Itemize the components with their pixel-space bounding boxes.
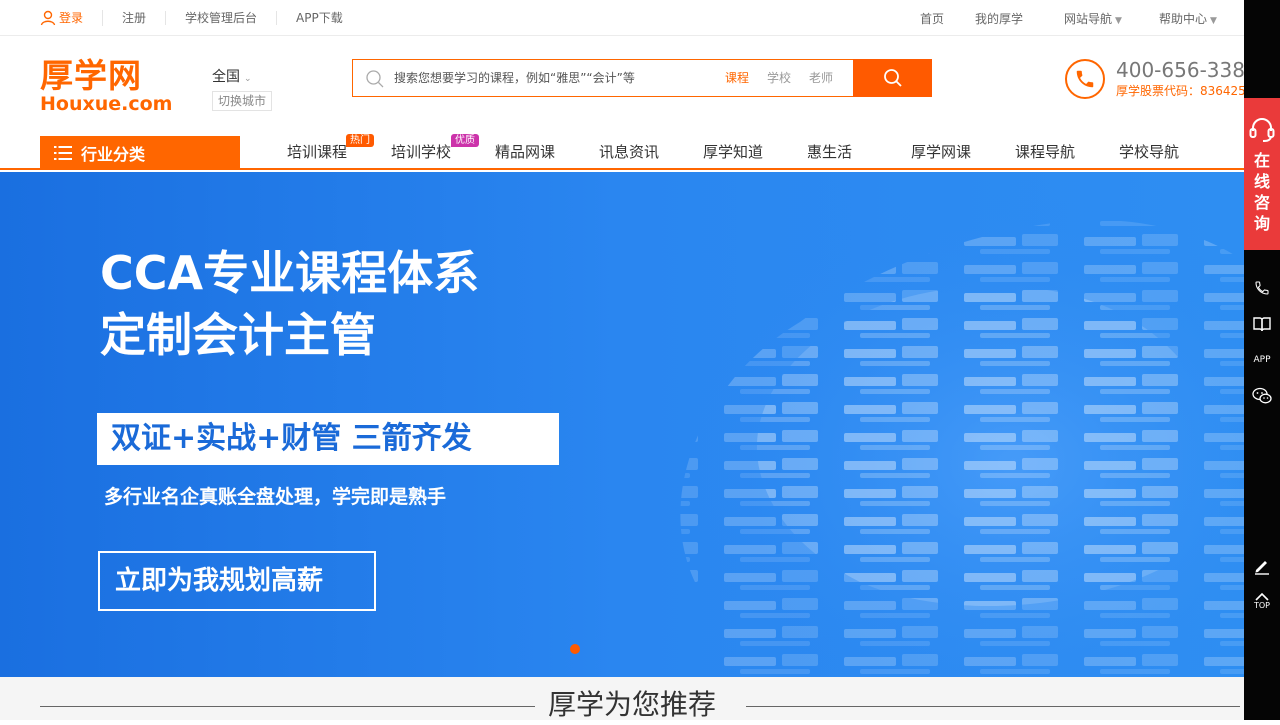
city-switch-button[interactable]: 切换城市 <box>212 91 272 111</box>
search-input[interactable]: 搜索您想要学习的课程，例如“雅思”“会计”等 <box>394 60 635 96</box>
hotline-number: 400-656-3385 <box>1116 58 1258 82</box>
list-icon <box>54 146 72 160</box>
city-label: 全国 <box>212 69 240 85</box>
book-icon <box>1253 317 1271 332</box>
recommend-title: 厚学为您推荐 <box>548 688 717 721</box>
nav-link-houxue-know[interactable]: 厚学知道 <box>703 136 807 170</box>
category-label: 行业分类 <box>81 145 146 164</box>
app-label: APP <box>1253 355 1271 365</box>
sidebar-app-button[interactable]: APP <box>1244 345 1280 375</box>
wechat-icon <box>1252 387 1272 404</box>
chevron-down-icon: ▼ <box>1115 15 1122 26</box>
arrow-up-icon <box>1255 592 1269 601</box>
help-center-label: 帮助中心 <box>1159 11 1208 26</box>
divider-line-left <box>40 706 535 707</box>
banner-highlight-box: 双证+实战+财管 三箭齐发 <box>97 413 559 465</box>
banner-title-line1: CCA专业课程体系 <box>100 246 480 300</box>
search-type-course[interactable]: 课程 <box>725 60 749 96</box>
nav-link-houxue-online[interactable]: 厚学网课 <box>911 136 1015 170</box>
nav-link-training-schools[interactable]: 培训学校 优质 <box>391 134 495 170</box>
search-button[interactable] <box>853 59 932 97</box>
header: 厚学网 Houxue.com 全国 ⌄ 切换城市 搜索您想要学习的课程，例如“雅思… <box>0 36 1258 136</box>
phone-icon <box>1255 281 1269 295</box>
quality-badge: 优质 <box>451 134 479 147</box>
sidebar-wechat-button[interactable] <box>1244 381 1280 411</box>
app-download-link[interactable]: APP下载 <box>277 11 362 25</box>
banner-title-line2: 定制会计主管 <box>100 308 376 362</box>
chevron-down-icon: ⌄ <box>244 74 252 84</box>
top-bar: 登录 注册 学校管理后台 APP下载 首页 我的厚学 网站导航 ▼ 帮助中心 ▼ <box>0 0 1244 36</box>
hot-badge: 热门 <box>346 134 374 147</box>
online-consult-button[interactable]: 在线咨询 <box>1244 98 1280 250</box>
right-sidebar: 在线咨询 APP TOP <box>1244 0 1280 720</box>
logo-en: Houxue.com <box>40 93 173 115</box>
sidebar-feedback-button[interactable] <box>1244 551 1280 581</box>
nav-link-label: 培训学校 <box>391 143 452 161</box>
nav-link-label: 培训课程 <box>287 143 348 161</box>
hero-banner[interactable]: CCA专业课程体系 定制会计主管 双证+实战+财管 三箭齐发 多行业名企真账全盘… <box>0 172 1244 677</box>
top-label: TOP <box>1253 601 1270 610</box>
login-link[interactable]: 登录 <box>40 10 104 26</box>
home-link[interactable]: 首页 <box>878 10 944 27</box>
site-logo[interactable]: 厚学网 Houxue.com <box>40 58 176 118</box>
banner-subtitle: 多行业名企真账全盘处理，学完即是熟手 <box>104 486 447 508</box>
nav-link-training-courses[interactable]: 培训课程 热门 <box>287 134 391 170</box>
carousel-dot-active[interactable] <box>570 644 580 654</box>
recommend-section: 厚学为您推荐 <box>0 677 1244 721</box>
main-nav: 行业分类 培训课程 热门 培训学校 优质 精品网课 讯息资讯 厚学知道 惠生活 厚学… <box>0 134 1244 170</box>
search-icon <box>366 70 384 88</box>
search-icon <box>883 69 902 87</box>
banner-cta-button[interactable]: 立即为我规划高薪 <box>98 551 376 611</box>
chevron-down-icon: ▼ <box>1210 15 1217 26</box>
site-nav-menu[interactable]: 网站导航 ▼ <box>1054 10 1132 27</box>
headset-icon <box>1249 118 1275 142</box>
industry-category-button[interactable]: 行业分类 <box>40 136 240 170</box>
divider-line-right <box>746 706 1240 707</box>
nav-link-course-nav[interactable]: 课程导航 <box>1015 136 1119 170</box>
help-center-menu[interactable]: 帮助中心 ▼ <box>1132 10 1244 27</box>
search-box: 搜索您想要学习的课程，例如“雅思”“会计”等 课程 学校 老师 <box>352 59 932 97</box>
sidebar-phone-button[interactable] <box>1244 273 1280 303</box>
login-label: 登录 <box>59 11 84 25</box>
nav-link-news[interactable]: 讯息资讯 <box>599 136 703 170</box>
back-to-top-button[interactable]: TOP <box>1244 586 1280 616</box>
my-houxue-link[interactable]: 我的厚学 <box>944 10 1054 27</box>
current-city[interactable]: 全国 ⌄ <box>212 66 252 86</box>
search-type-school[interactable]: 学校 <box>767 60 791 96</box>
search-type-teacher[interactable]: 老师 <box>809 60 833 96</box>
phone-icon <box>1065 59 1105 99</box>
school-admin-link[interactable]: 学校管理后台 <box>166 11 278 25</box>
nav-link-hui-life[interactable]: 惠生活 <box>807 136 911 170</box>
search-type-tabs: 课程 学校 老师 <box>725 60 833 96</box>
user-icon <box>40 10 56 26</box>
consult-label: 在线咨询 <box>1254 151 1271 233</box>
nav-link-premium-online[interactable]: 精品网课 <box>495 136 599 170</box>
register-link[interactable]: 注册 <box>103 11 167 25</box>
edit-icon <box>1255 561 1269 575</box>
stock-code: 厚学股票代码：836425 <box>1116 84 1246 98</box>
site-nav-label: 网站导航 <box>1064 11 1113 26</box>
nav-link-school-nav[interactable]: 学校导航 <box>1119 136 1223 170</box>
sidebar-book-button[interactable] <box>1244 309 1280 339</box>
banner-title: CCA专业课程体系 定制会计主管 <box>100 242 479 366</box>
logo-cn: 厚学网 <box>40 56 142 95</box>
